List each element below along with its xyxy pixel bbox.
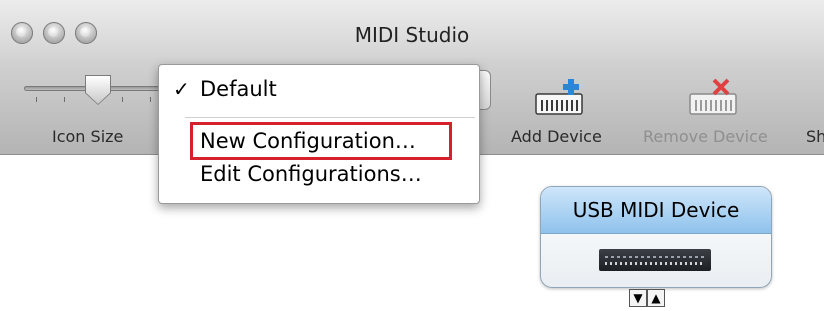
icon-size-label: Icon Size xyxy=(52,127,124,146)
menu-item-label: Edit Configurations… xyxy=(200,162,422,186)
remove-device-button[interactable]: Remove Device xyxy=(643,127,768,146)
menu-item-default[interactable]: ✓ Default xyxy=(159,77,479,107)
remove-device-icon[interactable] xyxy=(684,78,742,118)
window-title: MIDI Studio xyxy=(354,23,470,47)
slider-tick xyxy=(36,97,37,102)
add-device-icon[interactable] xyxy=(530,78,588,118)
port-in-arrow-icon[interactable]: ▲ xyxy=(647,289,665,307)
menu-item-edit-configurations[interactable]: Edit Configurations… xyxy=(159,162,479,192)
usb-midi-device[interactable]: USB MIDI Device xyxy=(540,186,772,288)
slider-tick xyxy=(64,97,65,102)
port-out-arrow-icon[interactable]: ▼ xyxy=(629,289,647,307)
slider-tick xyxy=(150,97,151,102)
midi-interface-icon xyxy=(599,249,711,271)
slider-tick xyxy=(122,97,123,102)
truncated-toolbar-button[interactable]: Sh xyxy=(806,127,824,146)
checkmark-icon: ✓ xyxy=(173,77,190,101)
menu-separator xyxy=(185,117,475,118)
add-device-button[interactable]: Add Device xyxy=(511,127,602,146)
title-bar: MIDI Studio xyxy=(0,0,824,58)
menu-item-label: Default xyxy=(200,77,277,101)
highlight-annotation xyxy=(190,122,452,160)
device-name: USB MIDI Device xyxy=(541,187,771,234)
